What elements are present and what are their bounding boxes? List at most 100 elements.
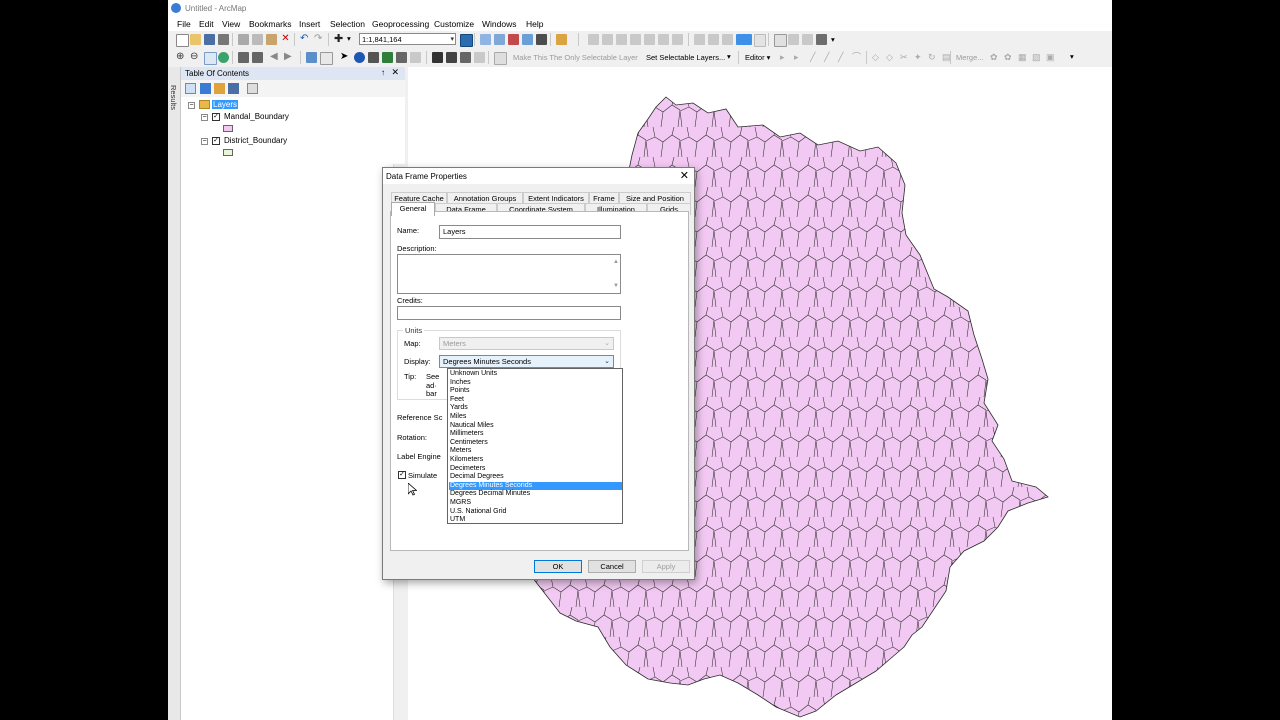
credits-input[interactable]: [397, 306, 621, 320]
georeferencing-tool-icon[interactable]: [644, 34, 655, 45]
menu-geoprocessing[interactable]: Geoprocessing: [372, 19, 429, 29]
paste-icon[interactable]: [266, 34, 277, 45]
color-swatch-icon[interactable]: [736, 34, 752, 45]
list-by-selection-icon[interactable]: [228, 83, 239, 94]
dropdown-option[interactable]: Degrees Decimal Minutes: [449, 490, 622, 499]
dropdown-option[interactable]: Centimeters: [449, 439, 622, 448]
menu-windows[interactable]: Windows: [482, 19, 516, 29]
layout-view-icon[interactable]: [774, 34, 787, 47]
apply-button[interactable]: Apply: [642, 560, 690, 573]
forward-extent-icon[interactable]: ▶: [284, 52, 295, 63]
fixed-zoom-in-icon[interactable]: [238, 52, 249, 63]
dropdown-option[interactable]: Millimeters: [449, 430, 622, 439]
dropdown-option[interactable]: Feet: [449, 396, 622, 405]
layer-symbol-swatch[interactable]: [223, 149, 233, 156]
toolbar-overflow-icon[interactable]: ▾: [727, 52, 731, 61]
layout-tool-icon[interactable]: [816, 34, 827, 45]
dropdown-option[interactable]: Points: [449, 387, 622, 396]
find-route-icon[interactable]: [410, 52, 421, 63]
list-by-drawing-order-icon[interactable]: [185, 83, 196, 94]
create-features-icon[interactable]: ▧: [1032, 52, 1043, 63]
redo-icon[interactable]: ↷: [314, 34, 325, 45]
go-to-xy-icon[interactable]: [446, 52, 457, 63]
cut-icon[interactable]: [238, 34, 249, 45]
hyperlink-icon[interactable]: [382, 52, 393, 63]
description-textarea[interactable]: ▲ ▼: [397, 254, 621, 294]
arctoolbox-icon[interactable]: [508, 34, 519, 45]
collapse-icon[interactable]: −: [201, 138, 208, 145]
layer-symbol-swatch[interactable]: [223, 125, 233, 132]
layout-tool-icon[interactable]: [708, 34, 719, 45]
table-of-contents-icon[interactable]: [480, 34, 491, 45]
menu-bookmarks[interactable]: Bookmarks: [249, 19, 292, 29]
layout-tool-icon[interactable]: [802, 34, 813, 45]
tab-general[interactable]: General: [391, 202, 435, 216]
topology-icon[interactable]: ✿: [990, 52, 1001, 63]
georeferencing-tool-icon[interactable]: [616, 34, 627, 45]
layer-visibility-checkbox[interactable]: ✓: [212, 113, 220, 121]
select-features-icon[interactable]: [306, 52, 317, 63]
cancel-button[interactable]: Cancel: [588, 560, 636, 573]
dropdown-option[interactable]: UTM: [449, 516, 622, 525]
zoom-out-icon[interactable]: ⊖: [190, 52, 201, 63]
sketch-properties-icon[interactable]: ▦: [1018, 52, 1029, 63]
dropdown-option[interactable]: MGRS: [449, 499, 622, 508]
zoom-in-icon[interactable]: ⊕: [176, 52, 187, 63]
merge-button[interactable]: Merge...: [956, 53, 984, 62]
selection-layer-icon[interactable]: [494, 52, 507, 65]
dropdown-option[interactable]: Decimal Degrees: [449, 473, 622, 482]
measure-icon[interactable]: [396, 52, 407, 63]
editor-toolbar-icon[interactable]: [460, 34, 473, 47]
georeferencing-tool-icon[interactable]: [630, 34, 641, 45]
dropdown-option[interactable]: Yards: [449, 404, 622, 413]
create-viewer-window-icon[interactable]: [474, 52, 485, 63]
dropdown-option[interactable]: U.S. National Grid: [449, 508, 622, 517]
dropdown-option[interactable]: Decimeters: [449, 465, 622, 474]
set-selectable-layers-button[interactable]: Set Selectable Layers...: [646, 53, 725, 62]
dropdown-option[interactable]: Miles: [449, 413, 622, 422]
menu-customize[interactable]: Customize: [434, 19, 474, 29]
endpoint-arc-icon[interactable]: ╱: [824, 52, 835, 63]
search-window-icon[interactable]: [536, 34, 547, 45]
ok-button[interactable]: OK: [534, 560, 582, 573]
display-units-select[interactable]: Degrees Minutes Seconds ⌄: [439, 355, 614, 368]
results-tab-label[interactable]: Results: [169, 85, 178, 110]
georeferencing-tool-icon[interactable]: [588, 34, 599, 45]
dropdown-option[interactable]: Inches: [449, 379, 622, 388]
close-icon[interactable]: ✕: [680, 169, 689, 182]
reshape-icon[interactable]: ◇: [886, 52, 897, 63]
add-data-icon[interactable]: ✚: [334, 34, 345, 45]
trace-icon[interactable]: ╱: [838, 52, 849, 63]
menu-selection[interactable]: Selection: [330, 19, 365, 29]
scroll-down-icon[interactable]: ▼: [613, 280, 619, 292]
pin-icon[interactable]: ↑: [381, 68, 385, 77]
layout-tool-icon[interactable]: [788, 34, 799, 45]
georeferencing-tool-icon[interactable]: [602, 34, 613, 45]
list-by-visibility-icon[interactable]: [214, 83, 225, 94]
edit-annotation-icon[interactable]: ▸: [794, 52, 805, 63]
georeferencing-tool-icon[interactable]: [658, 34, 669, 45]
layer-district-boundary[interactable]: District_Boundary: [224, 136, 287, 145]
dropdown-option-selected[interactable]: Degrees Minutes Seconds: [449, 481, 622, 491]
clear-selection-icon[interactable]: [320, 52, 333, 65]
fixed-zoom-out-icon[interactable]: [252, 52, 263, 63]
undo-icon[interactable]: ↶: [300, 34, 311, 45]
select-elements-icon[interactable]: ➤: [340, 52, 351, 63]
split-icon[interactable]: ✦: [914, 52, 925, 63]
collapse-icon[interactable]: −: [188, 102, 195, 109]
point-icon[interactable]: ⌒: [852, 52, 863, 63]
new-document-icon[interactable]: [176, 34, 189, 47]
close-icon[interactable]: ✕: [391, 67, 399, 78]
identify-icon[interactable]: [354, 52, 365, 63]
data-frame-layers[interactable]: Layers: [212, 100, 239, 109]
print-icon[interactable]: [218, 34, 229, 45]
layout-tool-icon[interactable]: [694, 34, 705, 45]
straight-segment-icon[interactable]: ╱: [810, 52, 821, 63]
dropdown-option[interactable]: Meters: [449, 447, 622, 456]
layer-mandal-boundary[interactable]: Mandal_Boundary: [224, 112, 289, 121]
time-slider-icon[interactable]: [460, 52, 471, 63]
delete-icon[interactable]: ✕: [280, 34, 291, 45]
open-folder-icon[interactable]: [190, 34, 201, 45]
html-popup-icon[interactable]: [368, 52, 379, 63]
add-data-dropdown-icon[interactable]: ▾: [347, 34, 351, 43]
